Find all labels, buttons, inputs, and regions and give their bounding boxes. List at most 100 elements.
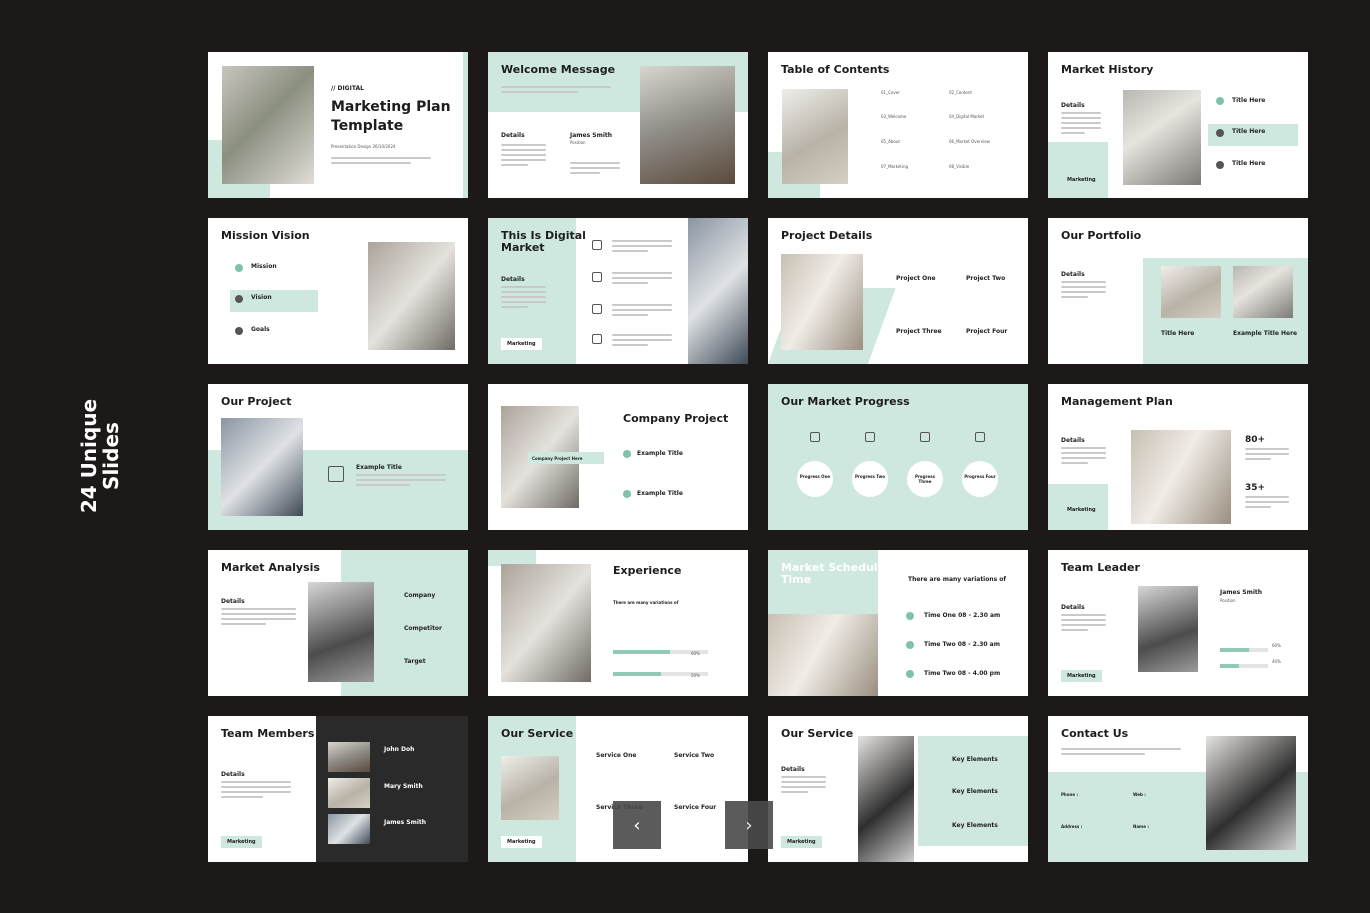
document-icon xyxy=(592,272,602,282)
toc-item: 01_Cover xyxy=(881,90,900,95)
slide-market-analysis[interactable]: Market Analysis Details Company Competit… xyxy=(208,550,468,696)
portfolio-photo-2 xyxy=(1233,266,1293,318)
details-label: Details xyxy=(501,276,525,283)
slide-title-line2: Time xyxy=(781,573,812,586)
item-lines xyxy=(612,240,672,255)
megaphone-photo xyxy=(501,756,559,820)
slide-our-project[interactable]: Our Project Example Title xyxy=(208,384,468,530)
cover-title-line2: Template xyxy=(331,118,404,134)
slide-title: Company Project xyxy=(623,412,729,425)
slide-team-members[interactable]: Team Members Details Marketing John Doh … xyxy=(208,716,468,862)
slide-table-of-contents[interactable]: Table of Contents 01_Cover 02_Content 03… xyxy=(768,52,1028,198)
portfolio-caption: Title Here xyxy=(1161,330,1195,337)
slide-welcome-message[interactable]: Welcome Message Details James Smith Posi… xyxy=(488,52,748,198)
member-photo xyxy=(328,814,370,844)
slide-title: Market History xyxy=(1061,63,1154,76)
slide-market-progress[interactable]: Our Market Progress Progress One Progres… xyxy=(768,384,1028,530)
presentation-icon xyxy=(975,432,985,442)
stat-value: 80+ xyxy=(1245,435,1266,445)
contact-label: Name : xyxy=(1133,824,1149,829)
vision-icon xyxy=(235,295,243,303)
slide-company-project[interactable]: Company Project Here Company Project Exa… xyxy=(488,384,748,530)
slide-contact-us[interactable]: Contact Us Phone : Web : Address : Name … xyxy=(1048,716,1308,862)
history-item: Title Here xyxy=(1232,97,1266,104)
slide-team-leader[interactable]: Team Leader Details Marketing James Smit… xyxy=(1048,550,1308,696)
slide-market-schedule[interactable]: Market Schedule Time There are many vari… xyxy=(768,550,1028,696)
analysis-item: Competitor xyxy=(404,625,443,632)
project-item: Project One xyxy=(896,275,936,282)
slide-management-plan[interactable]: Management Plan Details Marketing 80+ 35… xyxy=(1048,384,1308,530)
stat-lines xyxy=(1245,496,1289,511)
member-photo xyxy=(328,778,370,808)
progress-fill xyxy=(613,650,670,654)
contact-label: Web : xyxy=(1133,792,1146,797)
highlight-row xyxy=(230,290,318,312)
service-item: Service Four xyxy=(674,804,717,811)
slide-experience[interactable]: Experience There are many variations of … xyxy=(488,550,748,696)
progress-circle xyxy=(961,460,999,498)
check-icon xyxy=(623,450,631,458)
marketing-pill: Marketing xyxy=(221,836,262,848)
slide-title: Project Details xyxy=(781,229,873,242)
member-name: James Smith xyxy=(384,819,427,826)
slide-digital-market[interactable]: This Is Digital Market Details Marketing xyxy=(488,218,748,364)
details-lines xyxy=(221,608,296,628)
details-label: Details xyxy=(781,766,805,773)
slide-title: Experience xyxy=(613,564,682,577)
plant-photo xyxy=(222,66,314,184)
slide-title: Contact Us xyxy=(1061,727,1129,740)
details-lines xyxy=(1061,281,1106,301)
details-label: Details xyxy=(221,771,245,778)
analysis-item: Company xyxy=(404,592,436,599)
leader-bar-2 xyxy=(1220,664,1268,668)
slide-market-history[interactable]: Market History Details Marketing Title H… xyxy=(1048,52,1308,198)
toc-item: 02_Content xyxy=(949,90,972,95)
side-label: 24 Unique Slides xyxy=(77,399,123,513)
laptop-photo xyxy=(782,89,848,184)
previous-slide-button[interactable]: ‹ xyxy=(613,801,661,849)
team-photo xyxy=(368,242,455,350)
schedule-subtitle: There are many variations of xyxy=(908,576,1007,583)
project-item: Project Three xyxy=(896,328,942,335)
project-item: Project Four xyxy=(966,328,1008,335)
slide-marketing-plan-cover[interactable]: // DIGITAL Marketing Plan Template Prese… xyxy=(208,52,468,198)
leader-bar-1 xyxy=(1220,648,1268,652)
cover-kicker: // DIGITAL xyxy=(331,85,364,92)
marketing-pill: Marketing xyxy=(1061,670,1102,682)
slide-project-details[interactable]: Project Details Project One Project Two … xyxy=(768,218,1028,364)
slide-title: Table of Contents xyxy=(781,63,890,76)
toc-item: 03_Welcome xyxy=(881,114,907,119)
schedule-item: Time One 08 - 2.30 am xyxy=(924,612,1001,619)
slide-title: Market Analysis xyxy=(221,561,320,574)
details-label: Details xyxy=(501,132,525,139)
schedule-dot xyxy=(906,670,914,678)
progress-label: Progress One xyxy=(799,474,831,479)
building-photo xyxy=(221,418,303,516)
portfolio-caption: Example Title Here xyxy=(1233,330,1298,337)
business-photo xyxy=(308,582,374,682)
next-slide-button[interactable]: › xyxy=(725,801,773,849)
schedule-dot xyxy=(906,612,914,620)
member-name: Mary Smith xyxy=(384,783,423,790)
item-lines xyxy=(612,272,672,287)
slide-our-service-2[interactable]: Our Service Details Marketing Key Elemen… xyxy=(768,716,1028,862)
intro-lines xyxy=(1061,748,1181,758)
grid-icon xyxy=(592,304,602,314)
leader-name: James Smith xyxy=(1220,589,1263,596)
details-lines xyxy=(1061,112,1101,137)
details-lines xyxy=(501,144,546,169)
chevron-left-icon: ‹ xyxy=(633,814,641,836)
progress-label: Progress Three xyxy=(915,474,935,484)
slide-title: Team Leader xyxy=(1061,561,1140,574)
mission-icon xyxy=(235,264,243,272)
toc-item: 05_About xyxy=(881,139,900,144)
intro-lines xyxy=(501,86,611,96)
phone-photo xyxy=(1206,736,1296,850)
details-lines xyxy=(221,781,291,801)
slide-mission-vision[interactable]: Mission Vision Mission Vision Goals xyxy=(208,218,468,364)
slide-our-portfolio[interactable]: Our Portfolio Details Title Here Example… xyxy=(1048,218,1308,364)
bar-label: 50% xyxy=(691,673,700,678)
schedule-item: Time Two 08 - 4.00 pm xyxy=(924,670,1001,677)
slide-title: Mission Vision xyxy=(221,229,310,242)
slide-title: Our Service xyxy=(501,727,574,740)
